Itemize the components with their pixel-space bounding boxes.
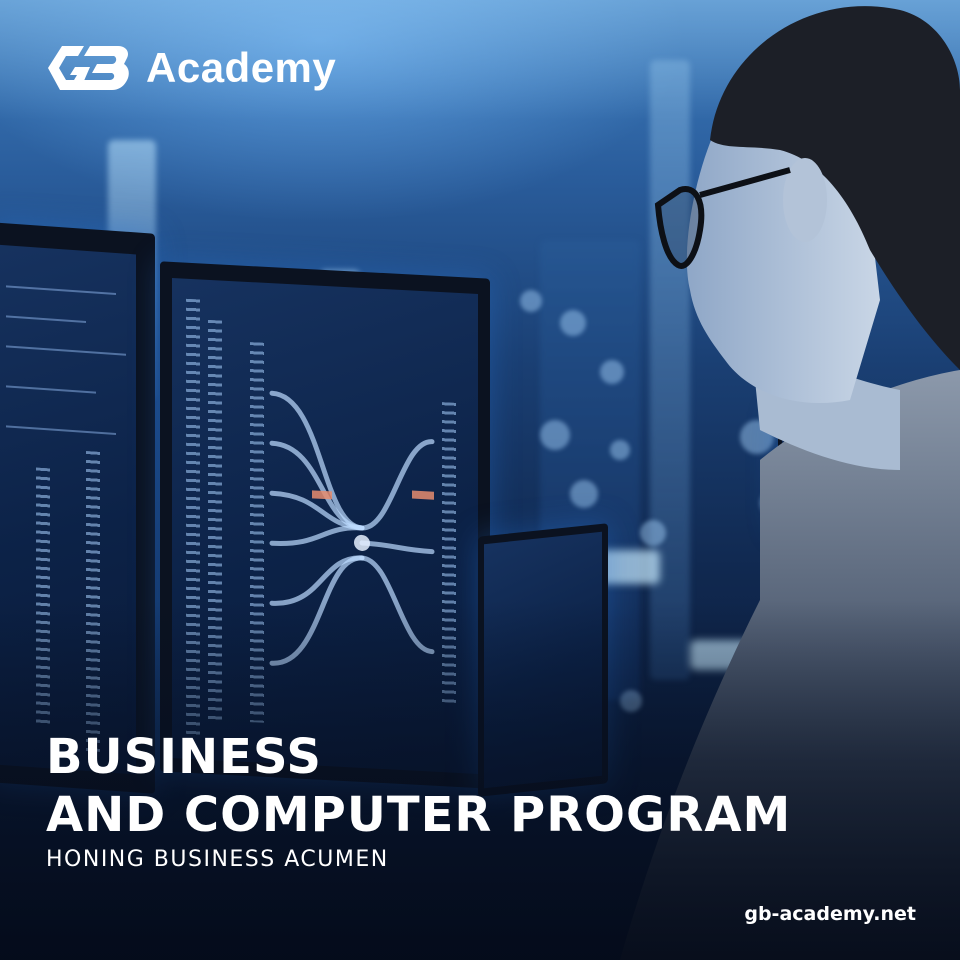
bokeh-light: [560, 310, 586, 336]
brand-name: Academy: [146, 44, 337, 91]
brand-logo: Academy: [48, 42, 336, 94]
headline-line-2: AND COMPUTER PROGRAM: [46, 787, 792, 843]
headline-line-1: BUSINESS: [46, 729, 322, 785]
website-link[interactable]: gb-academy.net: [744, 903, 916, 925]
bokeh-light: [520, 290, 542, 312]
subheadline: HONING BUSINESS ACUMEN: [46, 847, 389, 872]
gb-logo-icon: [48, 46, 129, 90]
headline: BUSINESS AND COMPUTER PROGRAM: [46, 728, 791, 844]
bokeh-light: [570, 480, 598, 508]
bokeh-light: [540, 420, 570, 450]
ad-banner: Academy BUSINESS AND COMPUTER PROGRAM HO…: [0, 0, 960, 960]
